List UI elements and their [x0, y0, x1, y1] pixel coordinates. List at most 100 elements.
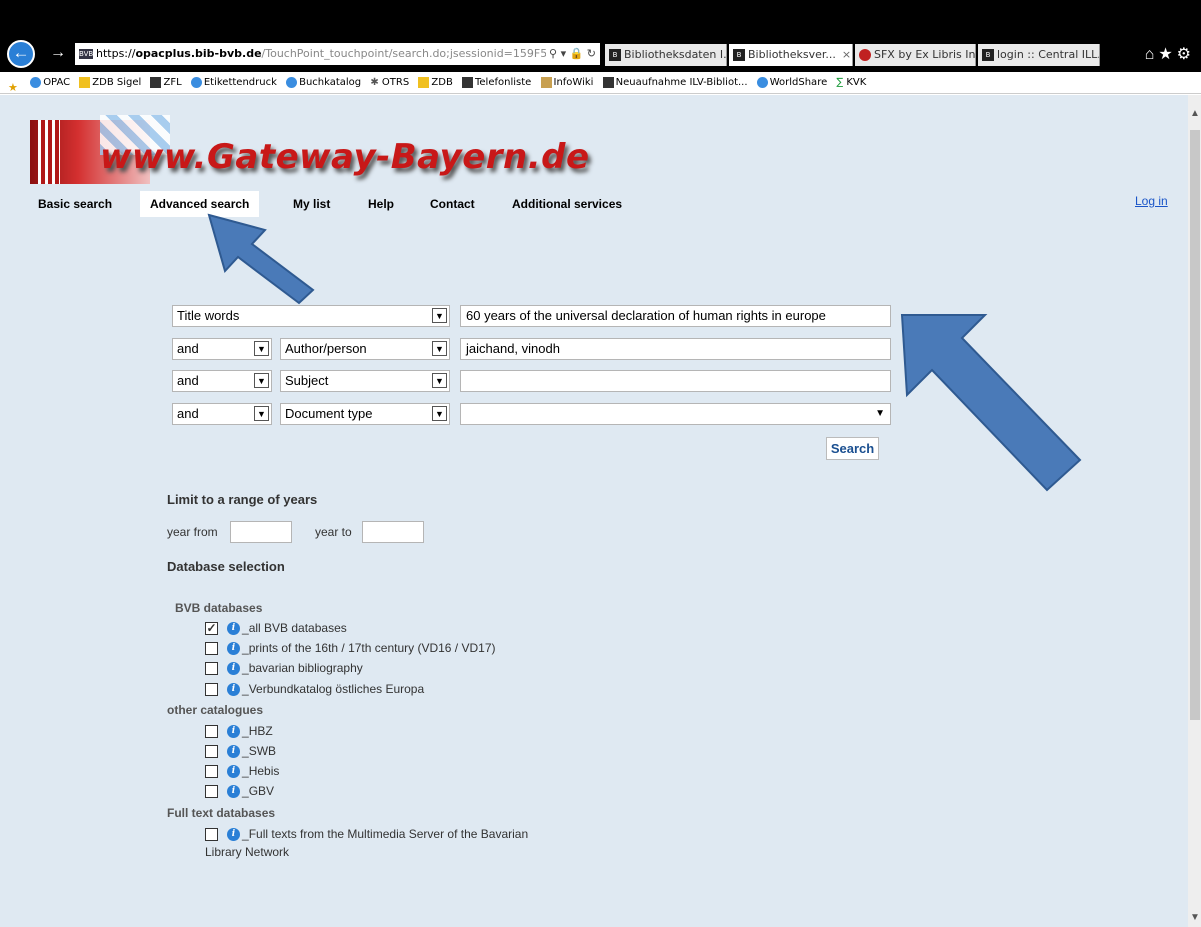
tab-favicon-icon: B: [733, 49, 745, 61]
annotation-arrow-search-fields: [900, 314, 1082, 492]
bookmark-opac[interactable]: OPAC: [30, 72, 70, 94]
login-link[interactable]: Log in: [1135, 194, 1168, 208]
title-field-select[interactable]: Title words ▼: [172, 305, 450, 327]
db-hebis[interactable]: i _Hebis: [205, 764, 279, 782]
info-icon[interactable]: i: [227, 745, 240, 759]
database-selection-heading: Database selection: [167, 559, 285, 574]
gear-icon[interactable]: ⚙: [1177, 46, 1195, 63]
checkbox-icon[interactable]: [205, 828, 218, 842]
window-top-bar: [0, 0, 1201, 36]
back-icon[interactable]: ←: [7, 40, 35, 68]
scroll-up-icon[interactable]: ▲: [1190, 108, 1200, 119]
checkbox-icon[interactable]: [205, 642, 218, 656]
year-to-label: year to: [315, 525, 352, 539]
year-from-label: year from: [167, 525, 218, 539]
address-bar[interactable]: BVB https://opacplus.bib-bvb.de/TouchPoin…: [75, 43, 600, 65]
title-words-input[interactable]: 60 years of the universal declaration of…: [460, 305, 891, 327]
bookmark-buchkatalog[interactable]: Buchkatalog: [286, 72, 361, 94]
bookmark-telefonliste[interactable]: Telefonliste: [462, 72, 531, 94]
db-gbv[interactable]: i _GBV: [205, 784, 274, 802]
year-from-input[interactable]: [230, 521, 292, 543]
checkbox-icon[interactable]: [205, 745, 218, 759]
nav-help[interactable]: Help: [368, 191, 394, 217]
tab-favicon-icon: B: [982, 49, 994, 61]
db-hbz[interactable]: i _HBZ: [205, 724, 273, 742]
annotation-arrow-advanced-search: [207, 213, 315, 305]
page-content: [0, 95, 1188, 927]
info-icon[interactable]: i: [227, 785, 240, 799]
bookmark-neuaufnahme[interactable]: Neuaufnahme ILV-Bibliot...: [602, 72, 748, 94]
site-logo[interactable]: www.Gateway-Bayern.de: [30, 115, 589, 195]
checkbox-icon[interactable]: [205, 725, 218, 739]
info-icon[interactable]: i: [227, 683, 240, 697]
group-bvb-databases: BVB databases: [175, 601, 263, 615]
home-icon[interactable]: ⌂: [1145, 46, 1159, 63]
bookmark-etikettendruck[interactable]: Etikettendruck: [190, 72, 277, 94]
author-input[interactable]: jaichand, vinodh: [460, 338, 891, 360]
db-all-bvb[interactable]: ✓ i _all BVB databases: [205, 621, 347, 639]
bookmark-otrs[interactable]: ✱ OTRS: [370, 72, 409, 94]
nav-additional-services[interactable]: Additional services: [512, 191, 622, 217]
info-icon[interactable]: i: [227, 622, 240, 636]
url-path: /TouchPoint_touchpoint/search.do;jsessio…: [261, 47, 591, 60]
db-verbundkatalog[interactable]: i _Verbundkatalog östliches Europa: [205, 682, 424, 700]
checkbox-icon[interactable]: ✓: [205, 622, 218, 636]
info-icon[interactable]: i: [227, 828, 240, 842]
tab-sfx[interactable]: SFX by Ex Libris Inc.: [855, 44, 976, 66]
dropdown-icon: ▼: [254, 341, 269, 356]
tab-favicon-icon: [859, 49, 871, 61]
dropdown-icon: ▼: [432, 406, 447, 421]
bookmark-worldshare[interactable]: WorldShare: [756, 72, 827, 94]
tab-bibliotheksver[interactable]: B Bibliotheksver... ×: [729, 44, 853, 66]
dropdown-icon: ▼: [432, 308, 447, 323]
url-host: opacplus.bib-bvb.de: [135, 47, 262, 60]
address-controls-icon[interactable]: ⚲ ▾ 🔒 ↻: [546, 43, 596, 65]
scrollbar-thumb[interactable]: [1190, 130, 1200, 720]
tab-label: SFX by Ex Libris Inc.: [874, 48, 976, 61]
favorites-bar: ★ OPAC ZDB Sigel ZFL Etikettendruck Buch…: [0, 72, 1201, 94]
operator-select-3[interactable]: and ▼: [172, 370, 272, 392]
db-full-texts-multimedia[interactable]: i _Full texts from the Multimedia Server …: [205, 827, 528, 845]
checkbox-icon[interactable]: [205, 683, 218, 697]
info-icon[interactable]: i: [227, 662, 240, 676]
document-type-select[interactable]: ▼: [460, 403, 891, 425]
db-swb[interactable]: i _SWB: [205, 744, 276, 762]
info-icon[interactable]: i: [227, 725, 240, 739]
author-field-select[interactable]: Author/person ▼: [280, 338, 450, 360]
group-other-catalogues: other catalogues: [167, 703, 264, 717]
dropdown-icon: ▼: [254, 406, 269, 421]
nav-basic-search[interactable]: Basic search: [38, 191, 112, 217]
favorites-star-icon[interactable]: ★: [8, 72, 21, 94]
bookmark-zdb[interactable]: ZDB: [418, 72, 453, 94]
dropdown-icon: ▼: [254, 373, 269, 388]
checkbox-icon[interactable]: [205, 785, 218, 799]
info-icon[interactable]: i: [227, 642, 240, 656]
subject-field-select[interactable]: Subject ▼: [280, 370, 450, 392]
star-icon[interactable]: ★: [1158, 46, 1176, 63]
logo-text: www.Gateway-Bayern.de: [100, 137, 590, 177]
years-heading: Limit to a range of years: [167, 492, 318, 507]
nav-contact[interactable]: Contact: [430, 191, 475, 217]
group-full-text: Full text databases: [167, 806, 276, 820]
db-prints-16-17[interactable]: i _prints of the 16th / 17th century (VD1…: [205, 641, 495, 659]
checkbox-icon[interactable]: [205, 662, 218, 676]
info-icon[interactable]: i: [227, 765, 240, 779]
close-tab-icon[interactable]: ×: [842, 48, 851, 61]
bookmark-kvk[interactable]: ∑ KVK: [836, 72, 866, 94]
forward-icon[interactable]: →: [50, 44, 66, 62]
site-favicon-icon: BVB: [79, 49, 94, 59]
bookmark-zdb-sigel[interactable]: ZDB Sigel: [79, 72, 141, 94]
bookmark-infowiki[interactable]: InfoWiki: [540, 72, 593, 94]
document-type-field-select[interactable]: Document type ▼: [280, 403, 450, 425]
checkbox-icon[interactable]: [205, 765, 218, 779]
tab-login-central-ill[interactable]: Blogin :: Central ILL...: [978, 44, 1100, 66]
bookmark-zfl[interactable]: ZFL: [150, 72, 182, 94]
subject-input[interactable]: [460, 370, 891, 392]
operator-select-2[interactable]: and ▼: [172, 338, 272, 360]
search-button[interactable]: Search: [826, 437, 879, 460]
year-to-input[interactable]: [362, 521, 424, 543]
tab-bibliotheksdaten[interactable]: B Bibliotheksdaten I...: [605, 44, 727, 66]
db-bavarian-bibliography[interactable]: i _bavarian bibliography: [205, 661, 363, 679]
operator-select-4[interactable]: and ▼: [172, 403, 272, 425]
scroll-down-icon[interactable]: ▼: [1190, 912, 1200, 923]
